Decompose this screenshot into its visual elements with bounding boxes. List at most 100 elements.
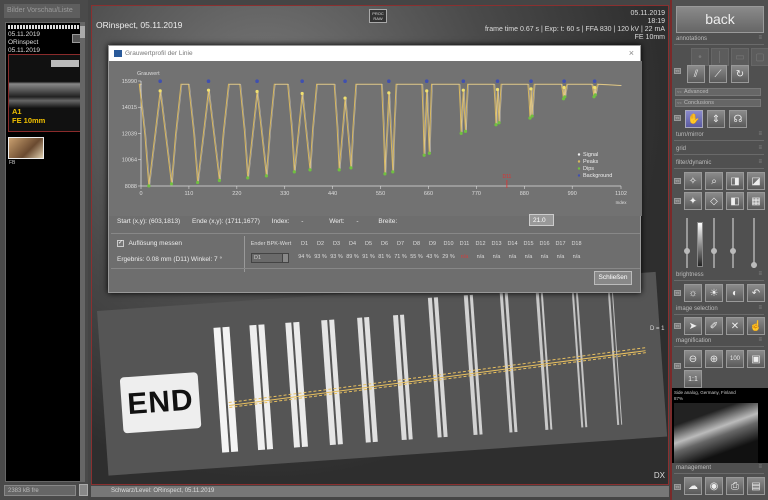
filter-apply-icon[interactable]: ◪ [747,172,765,190]
info-exposure: frame time 0.67 s | Exp: t: 60 s | FFA 8… [484,26,665,33]
peak-marker [255,89,259,94]
breite-input[interactable]: 21.0 [529,214,554,226]
close-icon[interactable]: × [629,48,634,58]
print-icon[interactable]: ⎙ [726,477,744,495]
collapse-icon[interactable]: << [674,363,681,369]
peak-marker [343,96,347,100]
background-marker [529,79,533,83]
legend-entry: Background [583,173,612,179]
filter-magic-icon[interactable]: ✧ [684,172,702,190]
slider-knob[interactable] [730,248,736,254]
pan-hand-icon[interactable]: ✋ [685,110,703,128]
section-brightness[interactable]: brightness [674,271,764,281]
profile-line-icon[interactable]: ⟋ [709,65,727,83]
wand-icon[interactable]: ✐ [705,317,723,335]
section-filter-dynamic[interactable]: filter/dynamic [674,159,764,169]
pointer-icon[interactable]: ➤ [684,317,702,335]
brightness-slider[interactable] [684,218,690,268]
invert-icon[interactable]: ◐ [726,284,744,302]
brightness-down-icon[interactable]: ☀ [705,284,723,302]
exposure-info: 05.11.2019 18:19 frame time 0.67 s | Exp… [485,10,665,42]
proc-badge[interactable]: PROC RAW [369,9,387,23]
advanced-bar[interactable]: Advanced [675,88,761,96]
contrast-icon[interactable]: ◧ [726,192,744,210]
background-marker [158,79,162,83]
contrast-slider[interactable] [711,218,717,268]
section-turn-mirror[interactable]: turn/mirror [674,131,764,141]
y-tick-label: 10064 [122,158,137,164]
spin-arrows-icon[interactable] [282,254,288,262]
brightness-up-icon[interactable]: ☼ [684,284,702,302]
filter-compare-icon[interactable]: ◨ [726,172,744,190]
collapse-icon[interactable]: << [674,68,681,74]
rect-annotation-icon: ▭ [731,48,749,66]
column-value: 43 % [426,254,439,260]
table-column-d16: D16 n/a [537,238,552,268]
scrollbar-thumb[interactable] [80,26,85,38]
collapse-icon[interactable]: << [674,115,681,121]
gamma-slider[interactable] [730,218,736,268]
zoom-100-icon[interactable]: 100 [726,350,744,368]
thumbnail-selected[interactable]: A1 FE 10mm [8,54,82,132]
x-tick-label: 770 [472,191,481,197]
collapse-icon[interactable]: << [674,484,681,490]
table-column-d15: D15 n/a [521,238,536,268]
collapse-icon[interactable]: << [674,178,681,184]
section-image-selection[interactable]: image selection [674,305,764,315]
resolution-checkbox[interactable]: ✓ [117,240,124,247]
close-button[interactable]: Schließen [594,271,632,285]
save-icon[interactable]: ▤ [747,477,765,495]
filter-search-icon[interactable]: ⌕ [705,172,723,190]
thumbnail-list[interactable]: 05.11.2019 ORinspect 05.11.2019 A1 FE 10… [5,22,83,482]
window-slider[interactable] [751,218,757,268]
x-axis-label: Index [615,200,627,205]
headset-icon[interactable]: ☊ [729,110,747,128]
camera-icon[interactable]: ◉ [705,477,723,495]
resolution-checkbox-row[interactable]: ✓ Auflösung messen [117,240,182,247]
thumbnail-photo[interactable] [8,137,44,159]
x-tick-label: 550 [376,191,385,197]
dip-marker [494,123,498,127]
hand-select-icon[interactable]: ☝ [747,317,765,335]
thumbnail-scrollbar[interactable] [80,22,85,482]
bpk-spinbox[interactable]: D1 [251,253,289,263]
collapse-icon[interactable]: << [674,198,681,204]
zoom-1to1-button[interactable]: 1:1 [684,370,702,388]
slider-knob[interactable] [751,262,757,268]
section-management[interactable]: management [674,464,764,474]
zoom-out-icon[interactable]: ⊖ [684,350,702,368]
undo-icon[interactable]: ↶ [747,284,765,302]
table-column-d7: D7 71 % [393,238,408,268]
disk-icon[interactable] [79,484,88,496]
end-tag: END [119,372,202,434]
grid-icon[interactable]: ▦ [747,192,765,210]
slider-knob[interactable] [711,248,717,254]
back-button[interactable]: back [676,6,764,33]
peak-marker [425,89,429,93]
profile-chart[interactable]: Grauwert 8088 10064 12039 14015 15990 0 110 220 3… [109,61,642,216]
rotate-icon[interactable]: ↻ [731,65,749,83]
fit-window-icon[interactable]: ▣ [747,350,765,368]
ruler-icon[interactable]: ⇕ [707,110,725,128]
dialog-titlebar[interactable]: Grauwertprofil der Linie × [109,46,640,61]
sharpen-icon[interactable]: ✦ [684,192,702,210]
emboss-icon[interactable]: ◇ [705,192,723,210]
slider-knob[interactable] [684,248,690,254]
zoom-in-icon[interactable]: ⊕ [705,350,723,368]
section-magnification[interactable]: magnification [674,337,764,347]
section-grid[interactable]: grid [674,145,764,155]
conclusions-bar[interactable]: Conclusions [675,99,761,107]
column-header: D10 [443,241,454,247]
calibrate-icon[interactable]: ⫽ [687,65,705,83]
table-column-d6: D6 81 % [377,238,392,268]
dip-marker [593,93,597,97]
section-annotations[interactable]: annotations [674,35,764,45]
cloud-upload-icon[interactable]: ☁ [684,477,702,495]
navigator-preview[interactable]: Side analog, Germany, Finland 87% [672,388,768,463]
collapse-icon[interactable]: << [674,290,681,296]
cross-select-icon[interactable]: ✕ [726,317,744,335]
peak-marker [158,89,162,93]
thumbnail-meta: 05.11.2019 ORinspect 05.11.2019 [8,31,40,55]
collapse-icon[interactable]: << [674,323,681,329]
background-marker [206,79,211,83]
